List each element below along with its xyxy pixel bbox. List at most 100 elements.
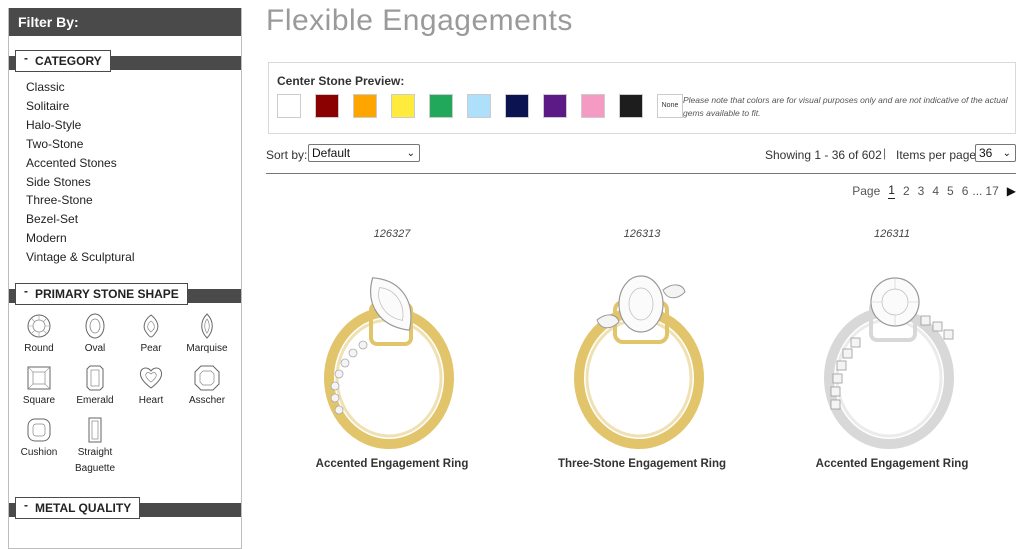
- asscher-stone-icon: [194, 365, 220, 391]
- items-per-page-value: 36: [979, 146, 993, 160]
- filter-sidebar: Filter By: - CATEGORY Classic Solitaire H…: [8, 8, 242, 549]
- page-link-6[interactable]: 6: [962, 184, 969, 198]
- items-per-page-select[interactable]: 36 ⌄: [975, 144, 1016, 162]
- color-swatch-purple[interactable]: [543, 94, 567, 118]
- shape-label: Round: [24, 343, 54, 355]
- category-item-modern[interactable]: Modern: [26, 229, 241, 248]
- collapse-icon[interactable]: -: [24, 281, 31, 301]
- shape-label: Pear: [140, 343, 162, 355]
- shape-option-cushion[interactable]: Cushion: [11, 417, 67, 477]
- category-list: Classic Solitaire Halo-Style Two-Stone A…: [9, 72, 241, 267]
- page-label: Page: [852, 184, 881, 198]
- category-item-two-stone[interactable]: Two-Stone: [26, 135, 241, 154]
- toolbar-separator: |: [883, 146, 887, 160]
- category-section-title: CATEGORY: [35, 54, 102, 68]
- category-item-classic[interactable]: Classic: [26, 78, 241, 97]
- color-swatch-pink[interactable]: [581, 94, 605, 118]
- results-toolbar: Sort by: Default ⌄ Showing 1 - 36 of 602…: [266, 144, 1016, 164]
- metal-section-tab[interactable]: - METAL QUALITY: [15, 495, 141, 520]
- round-accented-ring-image: [824, 277, 954, 449]
- product-sku: 126327: [373, 228, 411, 240]
- category-section-header[interactable]: - CATEGORY: [9, 50, 241, 72]
- shape-option-pear[interactable]: Pear: [123, 313, 179, 357]
- color-swatches: None: [277, 94, 683, 118]
- shape-option-round[interactable]: Round: [11, 313, 67, 357]
- product-card[interactable]: 126313 Three-Stone Engagement Ring: [532, 228, 752, 470]
- page-link-2[interactable]: 2: [903, 184, 910, 198]
- color-swatch-green[interactable]: [429, 94, 453, 118]
- shape-option-square[interactable]: Square: [11, 365, 67, 409]
- metal-section-header[interactable]: - METAL QUALITY: [9, 495, 241, 520]
- shape-option-marquise[interactable]: Marquise: [179, 313, 235, 357]
- page-link-1[interactable]: 1: [888, 183, 895, 199]
- category-item-halo-style[interactable]: Halo-Style: [26, 116, 241, 135]
- shape-option-asscher[interactable]: Asscher: [179, 365, 235, 409]
- color-swatch-black[interactable]: [619, 94, 643, 118]
- category-item-solitaire[interactable]: Solitaire: [26, 97, 241, 116]
- shape-label: Emerald: [76, 395, 114, 407]
- color-swatch-red[interactable]: [315, 94, 339, 118]
- shape-section-tab[interactable]: - PRIMARY STONE SHAPE: [15, 281, 188, 306]
- product-card[interactable]: 126311 Accented Engagement Ring: [782, 228, 1002, 470]
- shape-option-oval[interactable]: Oval: [67, 313, 123, 357]
- items-per-page-label: Items per page:: [896, 148, 980, 162]
- shape-section-header[interactable]: - PRIMARY STONE SHAPE: [9, 281, 241, 306]
- product-image[interactable]: [282, 240, 502, 460]
- oval-stone-icon: [85, 313, 105, 339]
- category-item-bezel-set[interactable]: Bezel-Set: [26, 210, 241, 229]
- heart-stone-icon: [139, 367, 163, 389]
- shape-grid: Round Oval Pear Marquise Square Emerald …: [9, 305, 241, 477]
- color-swatch-none[interactable]: None: [657, 94, 683, 118]
- color-swatch-navy[interactable]: [505, 94, 529, 118]
- main-content: Flexible Engagements Center Stone Previe…: [266, 0, 1018, 549]
- product-image[interactable]: [782, 240, 1002, 460]
- page-ellipsis: ...: [972, 184, 983, 198]
- round-stone-icon: [27, 314, 51, 338]
- shape-label: Straight Baguette: [74, 447, 116, 475]
- shape-label: Heart: [138, 395, 164, 407]
- product-sku: 126313: [623, 228, 661, 240]
- product-name[interactable]: Accented Engagement Ring: [782, 458, 1002, 470]
- product-image[interactable]: [532, 240, 752, 460]
- next-page-icon[interactable]: ▶: [1007, 184, 1016, 198]
- page-link-last[interactable]: 17: [985, 184, 998, 198]
- category-section-tab[interactable]: - CATEGORY: [15, 50, 111, 72]
- chevron-down-icon: ⌄: [406, 148, 415, 159]
- page-link-3[interactable]: 3: [918, 184, 925, 198]
- category-item-accented-stones[interactable]: Accented Stones: [26, 154, 241, 173]
- toolbar-divider: [266, 173, 1016, 174]
- product-name[interactable]: Accented Engagement Ring: [282, 458, 502, 470]
- category-item-side-stones[interactable]: Side Stones: [26, 173, 241, 192]
- shape-label: Square: [22, 395, 56, 407]
- shape-label: Asscher: [188, 395, 226, 407]
- shape-option-emerald[interactable]: Emerald: [67, 365, 123, 409]
- color-swatch-orange[interactable]: [353, 94, 377, 118]
- page-link-4[interactable]: 4: [932, 184, 939, 198]
- marquise-ring-image: [324, 277, 454, 449]
- center-stone-preview: Center Stone Preview: None Please note t…: [268, 62, 1016, 134]
- page-link-5[interactable]: 5: [947, 184, 954, 198]
- category-item-vintage-sculptural[interactable]: Vintage & Sculptural: [26, 248, 241, 267]
- shape-option-heart[interactable]: Heart: [123, 365, 179, 409]
- collapse-icon[interactable]: -: [24, 495, 31, 515]
- three-stone-ring-image: [574, 275, 704, 449]
- color-swatch-yellow[interactable]: [391, 94, 415, 118]
- page-title: Flexible Engagements: [266, 4, 573, 37]
- shape-section-title: PRIMARY STONE SHAPE: [35, 287, 179, 302]
- product-card[interactable]: 126327 Accented Engagement Ring: [282, 228, 502, 470]
- category-item-three-stone[interactable]: Three-Stone: [26, 191, 241, 210]
- marquise-stone-icon: [201, 313, 213, 339]
- shape-option-straight-baguette[interactable]: Straight Baguette: [67, 417, 123, 477]
- shape-label: Cushion: [20, 447, 58, 459]
- sort-select[interactable]: Default ⌄: [308, 144, 420, 162]
- collapse-icon[interactable]: -: [24, 48, 31, 68]
- results-count: Showing 1 - 36 of 602: [765, 148, 882, 162]
- color-swatch-light-blue[interactable]: [467, 94, 491, 118]
- emerald-stone-icon: [86, 365, 104, 391]
- product-sku: 126311: [874, 228, 910, 240]
- square-stone-icon: [27, 366, 51, 390]
- preview-title: Center Stone Preview:: [277, 74, 405, 88]
- product-name[interactable]: Three-Stone Engagement Ring: [532, 458, 752, 470]
- color-swatch-white[interactable]: [277, 94, 301, 118]
- pagination: Page 1 2 3 4 5 6 ... 17 ▶: [852, 183, 1016, 199]
